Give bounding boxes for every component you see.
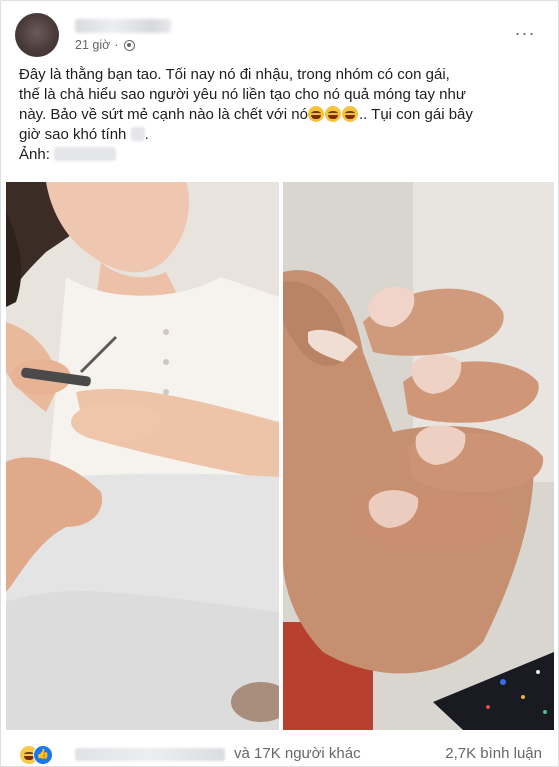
post-text: Đây là thằng bạn tao. Tối nay nó đi nhậu…: [19, 65, 544, 165]
reaction-icons[interactable]: 👍: [19, 745, 63, 765]
post-text-line: Ảnh:: [19, 145, 544, 165]
post-text-segment: này. Bảo về sứt mẻ cạnh nào là chết với …: [19, 106, 308, 123]
post-text-segment: .: [144, 126, 149, 143]
post-text-line: thế là chả hiểu sao người yêu nó liền tạ…: [19, 86, 466, 103]
post-photos: [6, 182, 554, 730]
reaction-count[interactable]: và 17K người khác: [234, 745, 361, 763]
post-card: 21 giờ · ··· Đây là thằng bạn tao. Tối n…: [0, 0, 559, 767]
post-photo-jagged-nails[interactable]: [283, 182, 554, 730]
post-text-segment: giờ sao khó tính: [19, 126, 127, 143]
post-text-line: này. Bảo về sứt mẻ cạnh nào là chết với …: [19, 105, 544, 125]
laughing-emoji-icon: [341, 106, 358, 122]
post-text-line: giờ sao khó tính .: [19, 125, 544, 145]
like-icon[interactable]: 👍: [33, 745, 53, 765]
photo-credit-label: Ảnh:: [19, 146, 50, 163]
globe-icon[interactable]: [124, 39, 136, 51]
author-name-blurred[interactable]: [75, 19, 171, 33]
photo-right-illustration: [283, 182, 554, 730]
post-meta: 21 giờ ·: [75, 37, 136, 53]
laughing-emoji-icon: [307, 106, 324, 122]
post-photo-nail-cutting[interactable]: [6, 182, 279, 730]
avatar[interactable]: [15, 13, 59, 57]
meta-dot: ·: [114, 38, 119, 52]
post-text-line: Đây là thằng bạn tao. Tối nay nó đi nhậu…: [19, 66, 450, 83]
post-text-segment: .. Tụi con gái bây: [358, 106, 473, 123]
post-time[interactable]: 21 giờ: [75, 38, 110, 52]
more-options-button[interactable]: ···: [513, 24, 537, 42]
post-header: 21 giờ · ···: [15, 11, 545, 59]
emoji-blurred: [130, 127, 145, 141]
reactor-names-blurred[interactable]: [75, 748, 225, 761]
reactions-bar: 👍 và 17K người khác 2,7K bình luận: [19, 743, 544, 765]
photo-credit-blurred[interactable]: [53, 147, 116, 161]
photo-left-illustration: [6, 182, 279, 730]
comment-count[interactable]: 2,7K bình luận: [445, 745, 542, 763]
laughing-emoji-icon: [324, 106, 341, 122]
